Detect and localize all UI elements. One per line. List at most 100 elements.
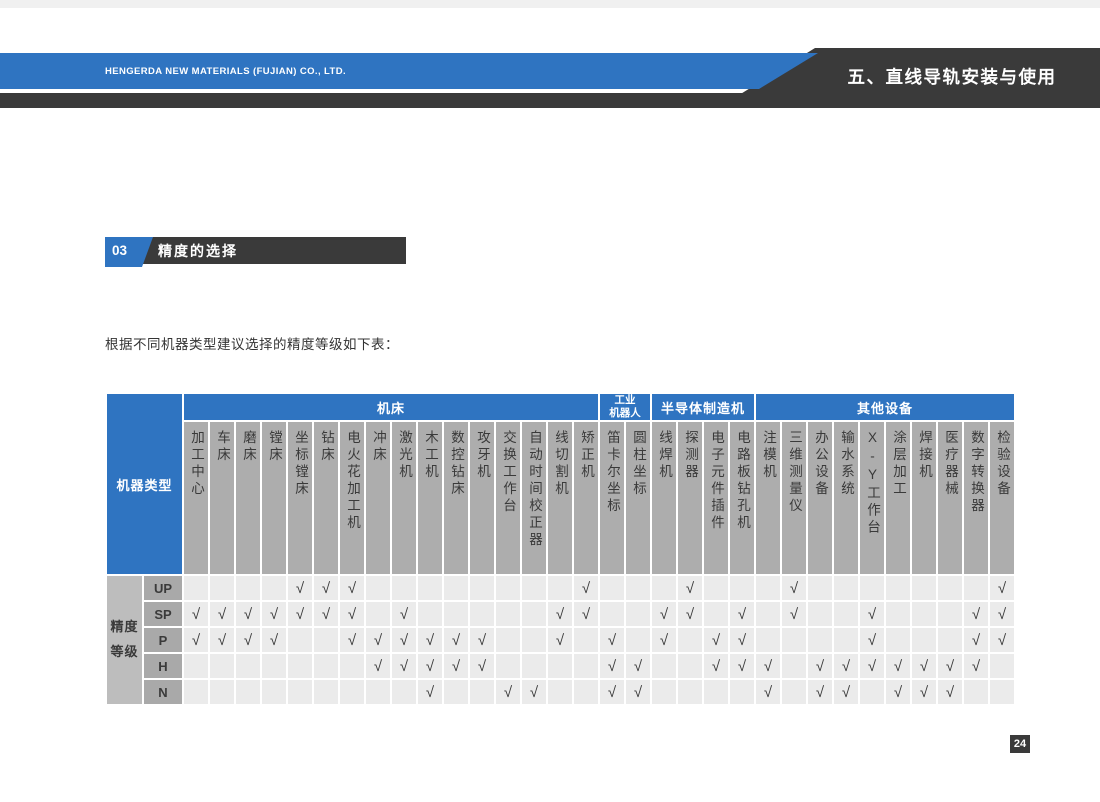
check-cell: √	[704, 654, 728, 678]
column-header-label: 检验设备	[991, 422, 1013, 498]
check-cell: √	[756, 680, 780, 704]
section-title: 精度的选择	[158, 241, 238, 261]
empty-cell	[470, 680, 494, 704]
check-cell: √	[444, 654, 468, 678]
check-cell: √	[340, 576, 364, 600]
check-cell: √	[366, 628, 390, 652]
column-header-label: 输水系统	[835, 422, 857, 498]
column-header: 磨床	[236, 422, 260, 574]
column-header: 木工机	[418, 422, 442, 574]
empty-cell	[834, 628, 858, 652]
check-cell: √	[496, 680, 520, 704]
empty-cell	[314, 654, 338, 678]
column-header-label: 电火花加工机	[341, 422, 363, 532]
empty-cell	[262, 680, 286, 704]
column-header: 电火花加工机	[340, 422, 364, 574]
document-page: HENGERDA NEW MATERIALS (FUJIAN) CO., LTD…	[0, 0, 1100, 802]
check-cell: √	[912, 654, 936, 678]
empty-cell	[756, 602, 780, 626]
check-cell: √	[600, 654, 624, 678]
column-header-label: 办公设备	[809, 422, 831, 498]
empty-cell	[496, 576, 520, 600]
check-cell: √	[886, 680, 910, 704]
check-cell: √	[860, 602, 884, 626]
empty-cell	[496, 628, 520, 652]
check-cell: √	[964, 602, 988, 626]
grade-label: SP	[144, 602, 182, 626]
check-cell: √	[626, 680, 650, 704]
corner-machine-type-label: 机器类型	[107, 394, 182, 574]
empty-cell	[860, 576, 884, 600]
check-cell: √	[912, 680, 936, 704]
page-top-edge	[0, 0, 1100, 8]
column-header-label: 加工中心	[185, 422, 207, 498]
empty-cell	[678, 654, 702, 678]
column-header: 焊接机	[912, 422, 936, 574]
check-cell: √	[548, 602, 572, 626]
empty-cell	[496, 654, 520, 678]
empty-cell	[574, 654, 598, 678]
group-header: 半导体制造机	[652, 394, 754, 420]
check-cell: √	[990, 602, 1014, 626]
empty-cell	[782, 680, 806, 704]
empty-cell	[262, 576, 286, 600]
column-header-label: 焊接机	[913, 422, 935, 481]
column-header-label: 线焊机	[653, 422, 675, 481]
column-header-label: 数控钻床	[445, 422, 467, 498]
check-cell: √	[730, 602, 754, 626]
empty-cell	[288, 628, 312, 652]
check-cell: √	[522, 680, 546, 704]
column-header: 探测器	[678, 422, 702, 574]
chapter-title: 五、直线导轨安装与使用	[812, 50, 1092, 102]
empty-cell	[704, 602, 728, 626]
column-header-label: 磨床	[237, 422, 259, 464]
empty-cell	[236, 576, 260, 600]
group-header: 其他设备	[756, 394, 1014, 420]
group-header: 机床	[184, 394, 598, 420]
column-header: 办公设备	[808, 422, 832, 574]
empty-cell	[210, 576, 234, 600]
empty-cell	[730, 576, 754, 600]
check-cell: √	[808, 680, 832, 704]
check-cell: √	[262, 628, 286, 652]
empty-cell	[470, 576, 494, 600]
check-cell: √	[210, 602, 234, 626]
empty-cell	[704, 576, 728, 600]
check-cell: √	[210, 628, 234, 652]
empty-cell	[938, 628, 962, 652]
column-header-label: X-Y工作台	[861, 422, 883, 537]
check-cell: √	[444, 628, 468, 652]
empty-cell	[236, 654, 260, 678]
empty-cell	[964, 576, 988, 600]
column-header: 注模机	[756, 422, 780, 574]
empty-cell	[782, 628, 806, 652]
empty-cell	[678, 628, 702, 652]
check-cell: √	[470, 654, 494, 678]
check-cell: √	[340, 628, 364, 652]
empty-cell	[912, 576, 936, 600]
empty-cell	[834, 576, 858, 600]
column-header: 输水系统	[834, 422, 858, 574]
empty-cell	[496, 602, 520, 626]
empty-cell	[444, 576, 468, 600]
column-header: 激光机	[392, 422, 416, 574]
column-header-label: 坐标镗床	[289, 422, 311, 498]
column-header-label: 涂层加工	[887, 422, 909, 498]
column-header: 自动时间校正器	[522, 422, 546, 574]
empty-cell	[444, 680, 468, 704]
empty-cell	[184, 680, 208, 704]
empty-cell	[912, 628, 936, 652]
page-number-badge: 24	[1010, 735, 1030, 753]
check-cell: √	[236, 602, 260, 626]
check-cell: √	[314, 602, 338, 626]
check-cell: √	[964, 628, 988, 652]
empty-cell	[756, 628, 780, 652]
check-cell: √	[418, 654, 442, 678]
check-cell: √	[574, 602, 598, 626]
column-header: 检验设备	[990, 422, 1014, 574]
check-cell: √	[938, 654, 962, 678]
column-header: 电路板钻孔机	[730, 422, 754, 574]
empty-cell	[574, 680, 598, 704]
column-header-label: 电路板钻孔机	[731, 422, 753, 532]
grade-label: N	[144, 680, 182, 704]
